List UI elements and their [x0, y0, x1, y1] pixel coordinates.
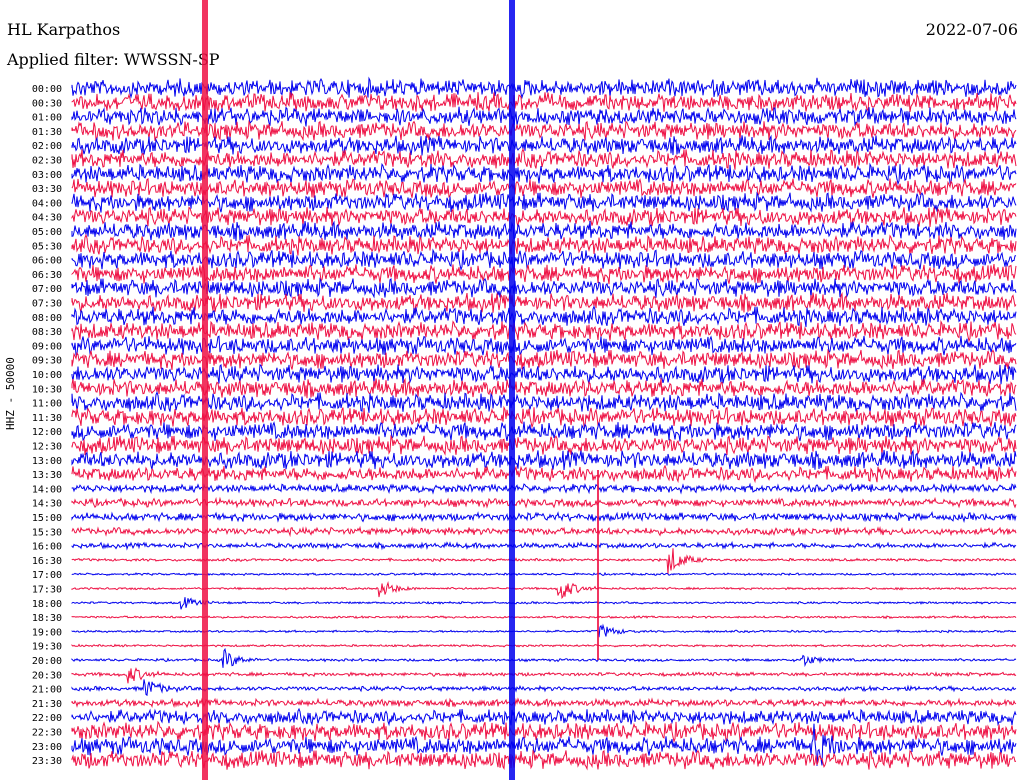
- time-tick-label: 17:00: [32, 570, 62, 581]
- seismic-trace: [71, 597, 1017, 610]
- time-tick-label: 21:30: [32, 699, 62, 710]
- seismic-trace: [71, 482, 1017, 495]
- time-tick-label: 19:30: [32, 642, 62, 653]
- seismic-trace: [71, 92, 1017, 113]
- time-tick-label: 19:00: [32, 627, 62, 638]
- seismic-trace: [71, 434, 1017, 456]
- time-tick-label: 05:00: [32, 227, 62, 238]
- time-tick-label: 07:00: [32, 284, 62, 295]
- seismic-trace: [71, 305, 1017, 328]
- seismic-trace: [71, 233, 1017, 256]
- time-tick-label: 15:30: [32, 527, 62, 538]
- seismic-trace: [71, 749, 1017, 771]
- time-tick-label: 11:30: [32, 413, 62, 424]
- time-tick-label: 03:00: [32, 170, 62, 181]
- seismic-trace: [71, 571, 1017, 577]
- time-tick-label: 12:30: [32, 442, 62, 453]
- time-tick-label: 11:00: [32, 399, 62, 410]
- seismic-trace: [71, 348, 1017, 371]
- time-tick-label: 22:30: [32, 728, 62, 739]
- time-tick-label: 20:30: [32, 670, 62, 681]
- seismic-trace: [71, 291, 1017, 313]
- time-tick-label: 05:30: [32, 241, 62, 252]
- time-tick-label: 09:00: [32, 341, 62, 352]
- time-tick-label: 23:00: [32, 742, 62, 753]
- seismic-trace: [71, 390, 1017, 413]
- seismic-trace: [71, 643, 1017, 648]
- seismic-trace: [71, 667, 1017, 684]
- seismic-trace: [71, 510, 1017, 524]
- seismic-trace: [71, 623, 1017, 638]
- seismic-trace: [71, 248, 1017, 272]
- time-tick-label: 20:00: [32, 656, 62, 667]
- trace-spike-line: [202, 0, 208, 780]
- seismic-trace: [71, 319, 1017, 343]
- seismic-trace: [71, 720, 1017, 744]
- time-tick-label: 01:00: [32, 113, 62, 124]
- seismic-trace: [71, 580, 1017, 600]
- time-tick-label: 23:30: [32, 756, 62, 767]
- seismic-trace: [71, 405, 1017, 429]
- seismic-trace: [71, 191, 1017, 213]
- seismic-trace: [71, 206, 1017, 227]
- time-tick-label: 21:00: [32, 685, 62, 696]
- time-tick-label: 04:00: [32, 198, 62, 209]
- seismic-trace: [71, 363, 1017, 385]
- seismic-trace: [71, 464, 1017, 484]
- time-tick-label: 02:30: [32, 156, 62, 167]
- seismic-trace: [71, 548, 1017, 575]
- seismic-trace: [71, 134, 1017, 156]
- time-tick-label: 08:00: [32, 313, 62, 324]
- time-tick-label: 15:00: [32, 513, 62, 524]
- time-tick-label: 03:30: [32, 184, 62, 195]
- seismic-trace: [71, 614, 1017, 620]
- time-tick-label: 10:30: [32, 384, 62, 395]
- time-tick-label: 14:30: [32, 499, 62, 510]
- seismic-trace: [71, 679, 1017, 697]
- seismic-trace: [71, 449, 1017, 471]
- time-tick-label: 17:30: [32, 585, 62, 596]
- time-tick-label: 00:00: [32, 84, 62, 95]
- time-tick-label: 09:30: [32, 356, 62, 367]
- time-tick-label: 14:00: [32, 484, 62, 495]
- time-tick-label: 16:00: [32, 542, 62, 553]
- time-tick-label: 04:30: [32, 213, 62, 224]
- seismic-trace: [71, 147, 1017, 170]
- time-tick-label: 16:30: [32, 556, 62, 567]
- time-tick-label: 08:30: [32, 327, 62, 338]
- seismic-trace: [71, 525, 1017, 538]
- seismic-trace: [71, 178, 1017, 198]
- seismic-trace: [71, 119, 1017, 142]
- time-tick-label: 00:30: [32, 98, 62, 109]
- time-tick-label: 02:00: [32, 141, 62, 152]
- seismic-trace: [71, 697, 1017, 709]
- seismic-trace: [71, 76, 1017, 100]
- seismic-trace: [71, 220, 1017, 241]
- time-tick-label: 06:30: [32, 270, 62, 281]
- seismic-trace: [71, 335, 1017, 356]
- trace-spike-line: [509, 0, 515, 780]
- time-tick-label: 18:00: [32, 599, 62, 610]
- time-tick-label: 10:00: [32, 370, 62, 381]
- time-tick-label: 12:00: [32, 427, 62, 438]
- time-tick-label: 01:30: [32, 127, 62, 138]
- seismic-trace: [71, 162, 1017, 186]
- time-tick-label: 06:00: [32, 256, 62, 267]
- time-tick-label: 07:30: [32, 299, 62, 310]
- seismic-trace: [71, 540, 1017, 551]
- time-tick-label: 13:30: [32, 470, 62, 481]
- seismic-trace: [71, 277, 1017, 299]
- time-tick-label: 13:00: [32, 456, 62, 467]
- seismic-trace: [71, 707, 1017, 727]
- time-tick-label: 22:00: [32, 713, 62, 724]
- helicorder-plot: 00:00 00:30 01:00 01:30 02:00 02:30 03:00 03:30…: [32, 0, 1017, 780]
- seismic-trace: [71, 421, 1017, 442]
- time-tick-label: 18:30: [32, 613, 62, 624]
- seismic-trace: [71, 496, 1017, 509]
- seismic-trace: [71, 106, 1017, 127]
- seismic-trace: [71, 647, 1017, 668]
- trace-spike-line: [597, 470, 599, 660]
